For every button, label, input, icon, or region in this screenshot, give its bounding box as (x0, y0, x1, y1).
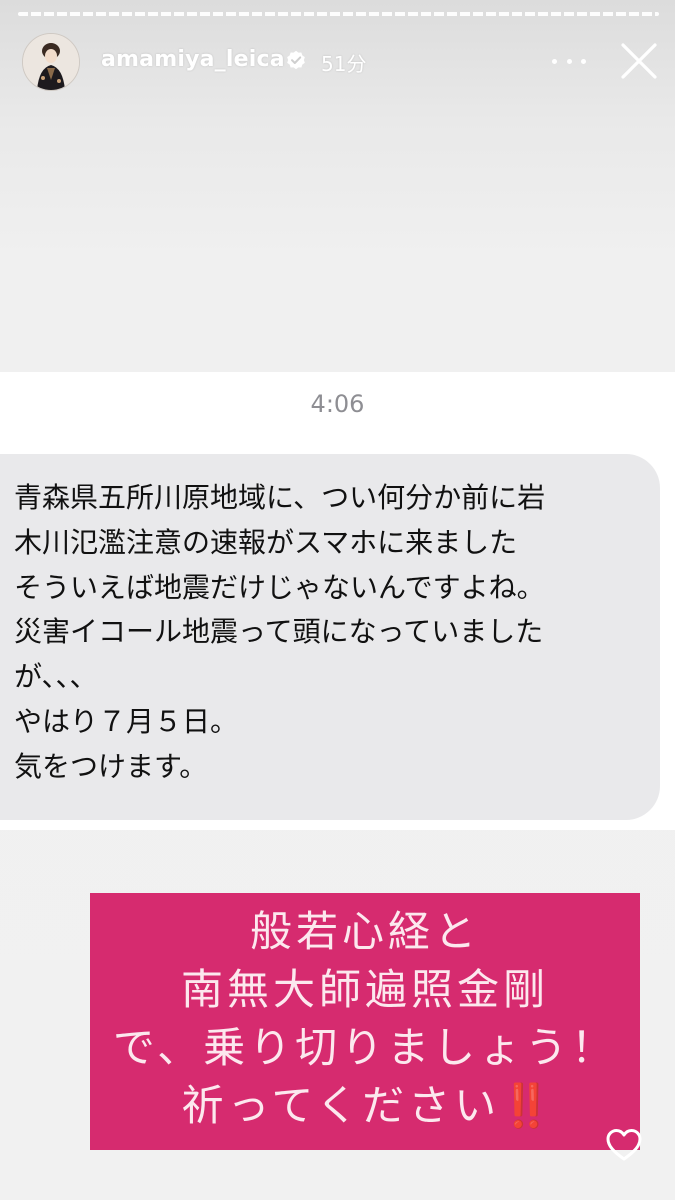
more-dot (552, 58, 557, 64)
message-line: 気をつけます。 (14, 749, 208, 783)
banner-line: 南無大師遍照金剛 (180, 965, 549, 1014)
banner-line: 祈ってください‼️ (90, 1077, 640, 1135)
close-icon[interactable] (619, 41, 659, 81)
avatar[interactable] (22, 33, 80, 91)
more-options-icon[interactable] (552, 51, 586, 71)
story-username[interactable]: amamiya_leica (101, 47, 285, 72)
message-timestamp: 4:06 (310, 390, 365, 418)
double-exclamation-icon: ‼️ (500, 1081, 552, 1130)
heart-icon[interactable] (604, 1125, 644, 1165)
banner-text: 般若心経と 南無大師遍照金剛 で、乗り切りましょう！ 祈ってください‼️ (90, 903, 640, 1135)
verified-badge-icon (287, 50, 305, 70)
banner-line: 般若心経と (249, 907, 480, 956)
story-progress-bar (18, 12, 659, 16)
more-dot (566, 58, 572, 64)
avatar-image (23, 34, 79, 90)
message-line: やはり７月５日。 (14, 704, 239, 738)
banner-line: で、乗り切りましょう！ (112, 1023, 618, 1072)
story-time-ago: 51分 (321, 52, 367, 76)
message-line: が、、、 (14, 660, 98, 694)
message-line: 青森県五所川原地域に、つい何分か前に岩 (14, 481, 546, 514)
message-text: 青森県五所川原地域に、つい何分か前に岩 木川氾濫注意の速報がスマホに来ました そ… (14, 476, 654, 790)
message-line: そういえば地震だけじゃないんですよね。 (14, 570, 545, 604)
more-dot (581, 58, 586, 64)
message-line: 災害イコール地震って頭になっていました (14, 615, 544, 649)
message-line: 木川氾濫注意の速報がスマホに来ました (14, 525, 518, 559)
banner-line-text: 祈ってください (181, 1081, 501, 1130)
